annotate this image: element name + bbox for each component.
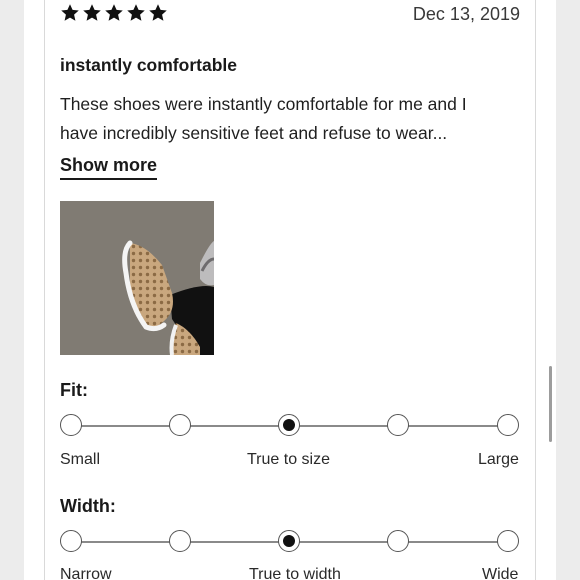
star-icon xyxy=(105,4,123,21)
star-icon xyxy=(127,4,145,21)
star-rating xyxy=(60,3,168,23)
width-label-wide: Wide xyxy=(482,566,519,580)
fit-option-2[interactable] xyxy=(169,414,191,436)
width-label-true-to-width: True to width xyxy=(249,566,341,580)
review-body: These shoes were instantly comfortable f… xyxy=(60,90,520,148)
star-icon xyxy=(83,4,101,21)
width-label: Width: xyxy=(60,496,116,516)
fit-label: Fit: xyxy=(60,380,88,400)
review-photo-image xyxy=(60,201,214,355)
width-option-1[interactable] xyxy=(60,530,82,552)
fit-label-small: Small xyxy=(60,451,101,468)
review-body-line: have incredibly sensitive feet and refus… xyxy=(60,123,448,143)
width-label-narrow: Narrow xyxy=(60,566,112,580)
review-title: instantly comfortable xyxy=(60,55,237,75)
review-photo[interactable] xyxy=(60,201,214,355)
fit-option-4[interactable] xyxy=(387,414,409,436)
fit-scale xyxy=(60,414,520,438)
review-body-line: These shoes were instantly comfortable f… xyxy=(60,94,467,114)
review-panel: Dec 13, 2019 instantly comfortable These… xyxy=(24,0,556,580)
fit-option-5[interactable] xyxy=(497,414,519,436)
width-option-3[interactable] xyxy=(278,530,300,552)
width-option-2[interactable] xyxy=(169,530,191,552)
fit-option-3[interactable] xyxy=(278,414,300,436)
fit-label-large: Large xyxy=(478,451,519,468)
width-option-5[interactable] xyxy=(497,530,519,552)
fit-label-true-to-size: True to size xyxy=(247,451,330,468)
scrollbar[interactable] xyxy=(549,366,552,442)
width-scale xyxy=(60,530,520,554)
width-option-4[interactable] xyxy=(387,530,409,552)
star-icon xyxy=(149,4,167,21)
fit-option-1[interactable] xyxy=(60,414,82,436)
show-more-link[interactable]: Show more xyxy=(60,155,158,180)
star-icon xyxy=(61,4,79,21)
review-date: Dec 13, 2019 xyxy=(412,4,520,24)
